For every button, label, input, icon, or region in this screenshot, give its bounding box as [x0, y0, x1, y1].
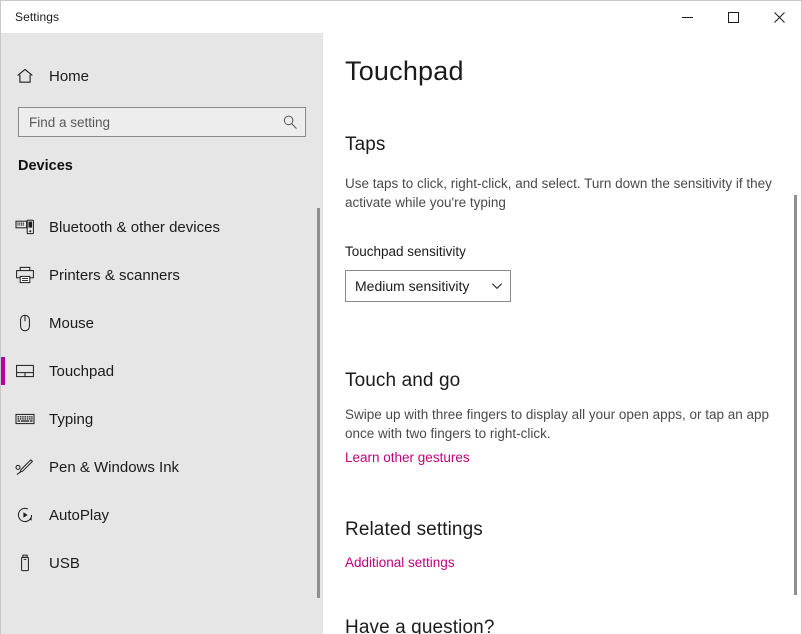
sidebar-item-usb[interactable]: USB [1, 539, 323, 587]
printer-icon [1, 265, 49, 285]
sidebar-item-mouse[interactable]: Mouse [1, 299, 323, 347]
content-scrollbar-thumb[interactable] [794, 195, 797, 595]
main-content: Touchpad Taps Use taps to click, right-c… [323, 33, 801, 634]
close-icon [773, 11, 785, 23]
content-scrollbar[interactable] [792, 33, 798, 634]
sidebar-item-home[interactable]: Home [1, 59, 323, 93]
touchpad-sensitivity-label: Touchpad sensitivity [345, 244, 466, 259]
sidebar-item-label: Typing [49, 410, 94, 428]
sidebar-scrollbar-thumb[interactable] [317, 208, 320, 598]
close-button[interactable] [756, 1, 801, 33]
maximize-button[interactable] [710, 1, 756, 33]
touchpad-icon [1, 361, 49, 381]
usb-icon [1, 553, 49, 573]
learn-other-gestures-link[interactable]: Learn other gestures [345, 450, 470, 465]
sidebar: Settings Home Devices [1, 1, 323, 634]
sidebar-item-typing[interactable]: Typing [1, 395, 323, 443]
touchpad-sensitivity-value: Medium sensitivity [355, 278, 470, 294]
sidebar-item-label: USB [49, 554, 80, 572]
taps-section-heading: Taps [345, 134, 386, 155]
sidebar-item-printers-scanners[interactable]: Printers & scanners [1, 251, 323, 299]
search-input[interactable] [19, 109, 275, 135]
related-settings-heading: Related settings [345, 519, 483, 540]
sidebar-item-home-label: Home [49, 67, 90, 85]
sidebar-item-label: Pen & Windows Ink [49, 458, 180, 476]
mouse-icon [1, 313, 49, 333]
window-caption: Settings [15, 10, 60, 24]
sidebar-item-label: AutoPlay [49, 506, 110, 524]
minimize-button[interactable] [664, 1, 710, 33]
settings-window: Settings Home Find a setting Devices Blu… [0, 0, 802, 634]
sidebar-item-label: Mouse [49, 314, 95, 332]
touchpad-sensitivity-dropdown[interactable]: Medium sensitivity [345, 270, 511, 302]
chevron-down-icon [484, 280, 510, 292]
page-title: Touchpad [345, 56, 464, 86]
maximize-icon [727, 11, 739, 23]
sidebar-item-bluetooth-other-devices[interactable]: Bluetooth & other devices [1, 203, 323, 251]
sidebar-scrollbar[interactable] [315, 33, 321, 634]
search-icon[interactable] [275, 114, 305, 130]
window-controls [664, 1, 801, 33]
bluetooth-devices-icon [1, 217, 49, 237]
taps-section-description: Use taps to click, right-click, and sele… [345, 176, 772, 210]
sidebar-item-autoplay[interactable]: AutoPlay [1, 491, 323, 539]
sidebar-item-touchpad[interactable]: Touchpad [1, 347, 323, 395]
keyboard-icon [1, 409, 49, 429]
sidebar-nav-list: Bluetooth & other devices Printers & sca… [1, 203, 323, 587]
minimize-icon [681, 12, 693, 23]
touch-and-go-description: Swipe up with three fingers to display a… [345, 407, 770, 441]
sidebar-category-header: Devices [18, 158, 73, 174]
title-bar: Settings [1, 1, 801, 33]
sidebar-item-label: Touchpad [49, 362, 115, 380]
sidebar-item-pen-windows-ink[interactable]: Pen & Windows Ink [1, 443, 323, 491]
search-box[interactable] [18, 107, 306, 137]
have-a-question-heading: Have a question? [345, 617, 495, 634]
sidebar-item-label: Bluetooth & other devices [49, 218, 220, 236]
sidebar-item-label: Printers & scanners [49, 266, 180, 284]
pen-icon [1, 457, 49, 477]
home-icon [1, 67, 49, 85]
autoplay-icon [1, 505, 49, 525]
additional-settings-link[interactable]: Additional settings [345, 555, 455, 570]
touch-and-go-heading: Touch and go [345, 370, 461, 391]
